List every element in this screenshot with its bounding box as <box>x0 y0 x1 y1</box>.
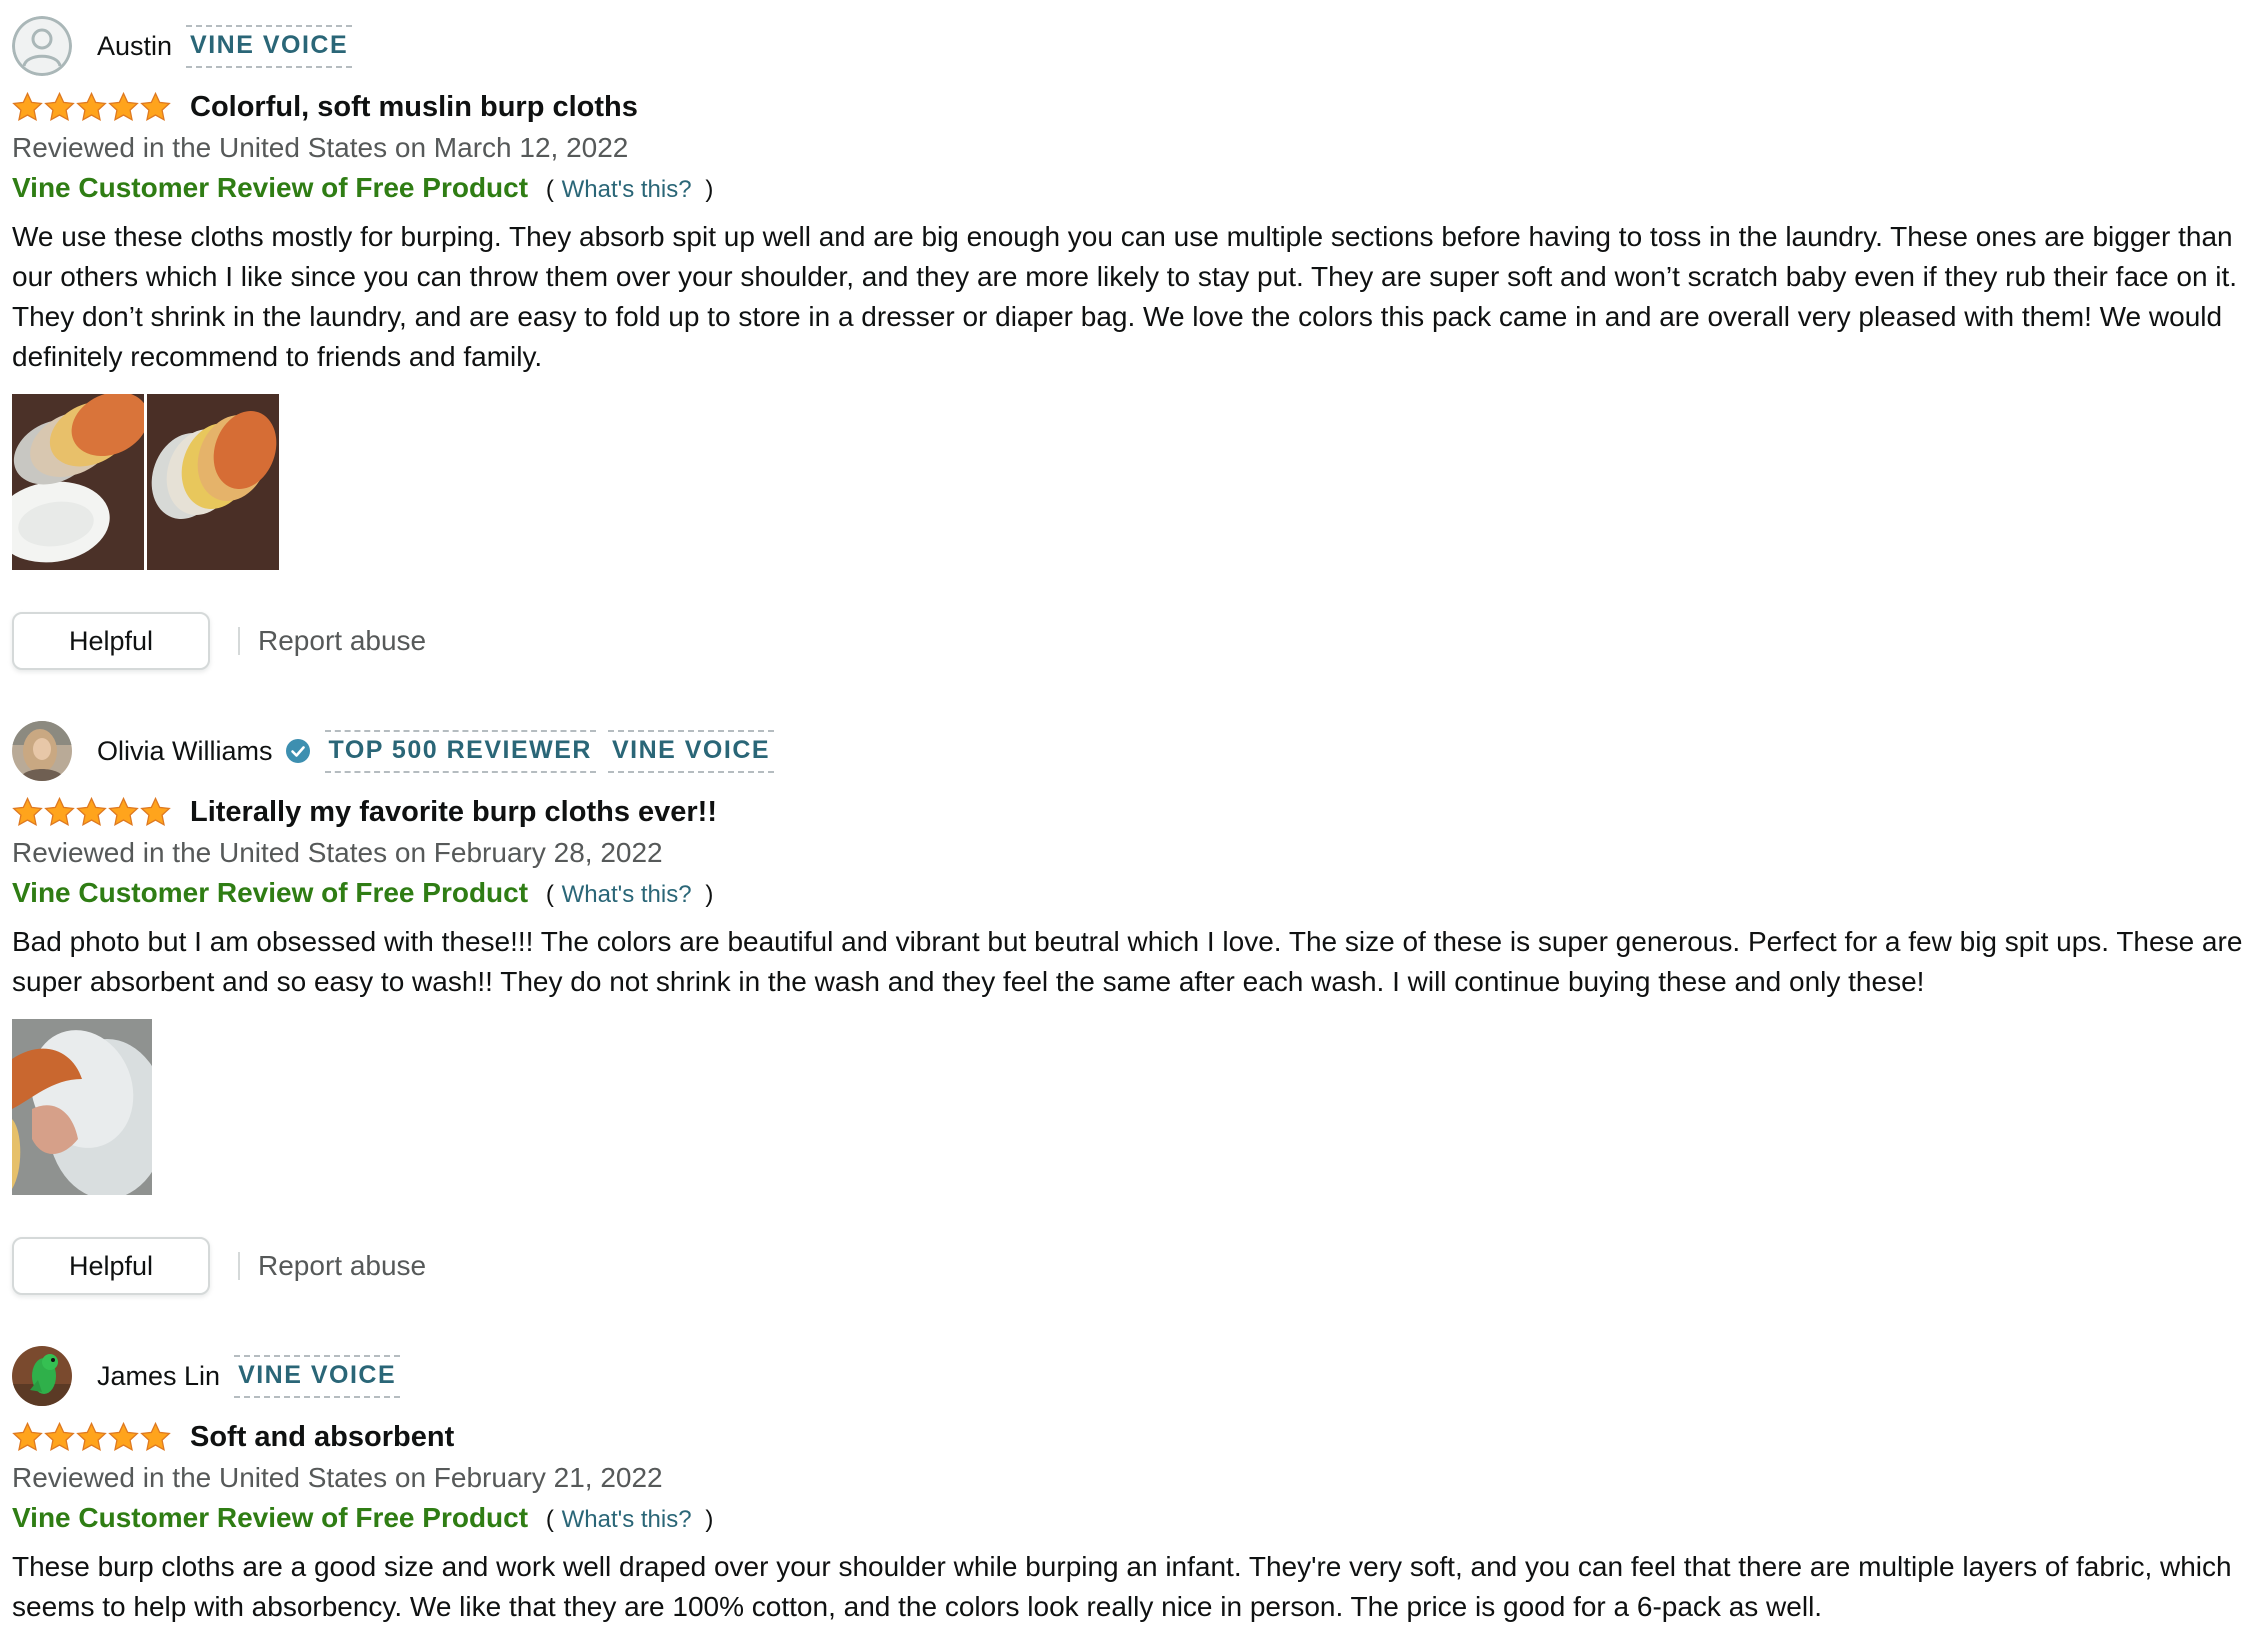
reviewer-profile[interactable]: Olivia Williams TOP 500 REVIEWER VINE VO… <box>12 721 775 781</box>
review-date: Reviewed in the United States on Februar… <box>12 837 663 868</box>
vine-review-label-row: Vine Customer Review of Free Product ( W… <box>12 1502 713 1534</box>
divider <box>238 627 240 655</box>
reviewer-name[interactable]: Olivia Williams <box>97 736 273 767</box>
vine-review-label: Vine Customer Review of Free Product <box>12 877 529 908</box>
star-icon <box>76 92 107 122</box>
review-actions: Helpful Report abuse <box>12 610 426 672</box>
divider <box>238 1252 240 1280</box>
helpful-button[interactable]: Helpful <box>12 1237 210 1295</box>
vine-review-label-row: Vine Customer Review of Free Product ( W… <box>12 172 713 204</box>
star-icon <box>140 1422 171 1452</box>
star-icon <box>108 797 139 827</box>
star-icon <box>76 1422 107 1452</box>
star-icon <box>44 92 75 122</box>
paren-close: ) <box>705 881 714 908</box>
review-date: Reviewed in the United States on Februar… <box>12 1462 663 1493</box>
review-title-row: Literally my favorite burp cloths ever!! <box>12 792 717 832</box>
top-reviewer-badge[interactable]: TOP 500 REVIEWER <box>324 729 596 773</box>
star-icon <box>108 1422 139 1452</box>
review-date: Reviewed in the United States on March 1… <box>12 132 629 163</box>
default-avatar-icon[interactable] <box>12 16 72 76</box>
whats-this-link[interactable]: What's this? <box>562 1506 692 1533</box>
review-body: We use these cloths mostly for burping. … <box>12 221 2238 372</box>
avatar[interactable] <box>12 1346 72 1406</box>
star-rating[interactable] <box>12 797 172 827</box>
reviewer-profile[interactable]: James Lin VINE VOICE <box>12 1346 401 1406</box>
vine-review-label-row: Vine Customer Review of Free Product ( W… <box>12 877 713 909</box>
star-rating[interactable] <box>12 92 172 122</box>
whats-this-link[interactable]: What's this? <box>562 881 692 908</box>
review-actions: Helpful Report abuse <box>12 1235 426 1297</box>
star-icon <box>140 92 171 122</box>
review-title[interactable]: Colorful, soft muslin burp cloths <box>190 91 638 124</box>
report-abuse-link[interactable]: Report abuse <box>258 625 426 657</box>
review-body: These burp cloths are a good size and wo… <box>12 1551 2232 1622</box>
star-icon <box>12 797 43 827</box>
whats-this-link[interactable]: What's this? <box>562 176 692 203</box>
vine-voice-badge[interactable]: VINE VOICE <box>234 1354 401 1398</box>
star-icon <box>76 797 107 827</box>
review-title[interactable]: Literally my favorite burp cloths ever!! <box>190 796 717 829</box>
helpful-button[interactable]: Helpful <box>12 612 210 670</box>
paren-open: ( <box>545 881 554 908</box>
paren-open: ( <box>545 1506 554 1533</box>
star-icon <box>44 797 75 827</box>
star-rating[interactable] <box>12 1422 172 1452</box>
review-photo-thumbnail[interactable] <box>12 1019 152 1195</box>
verified-check-icon <box>285 738 311 764</box>
reviewer-name[interactable]: Austin <box>97 31 172 62</box>
review-body: Bad photo but I am obsessed with these!!… <box>12 926 2243 997</box>
vine-voice-badge[interactable]: VINE VOICE <box>607 729 775 773</box>
paren-open: ( <box>545 176 554 203</box>
vine-review-label: Vine Customer Review of Free Product <box>12 172 529 203</box>
star-icon <box>140 797 171 827</box>
vine-review-label: Vine Customer Review of Free Product <box>12 1502 529 1533</box>
review-title[interactable]: Soft and absorbent <box>190 1421 454 1454</box>
star-icon <box>108 92 139 122</box>
review-photo-thumbnail[interactable] <box>12 394 144 570</box>
report-abuse-link[interactable]: Report abuse <box>258 1250 426 1282</box>
paren-close: ) <box>705 176 714 203</box>
paren-close: ) <box>705 1506 714 1533</box>
review-title-row: Soft and absorbent <box>12 1417 454 1457</box>
review-title-row: Colorful, soft muslin burp cloths <box>12 87 638 127</box>
star-icon <box>12 92 43 122</box>
reviewer-name[interactable]: James Lin <box>97 1361 220 1392</box>
star-icon <box>12 1422 43 1452</box>
vine-voice-badge[interactable]: VINE VOICE <box>186 24 353 68</box>
reviewer-profile[interactable]: Austin VINE VOICE <box>12 16 353 76</box>
avatar[interactable] <box>12 721 72 781</box>
review-photo-thumbnail[interactable] <box>147 394 279 570</box>
star-icon <box>44 1422 75 1452</box>
